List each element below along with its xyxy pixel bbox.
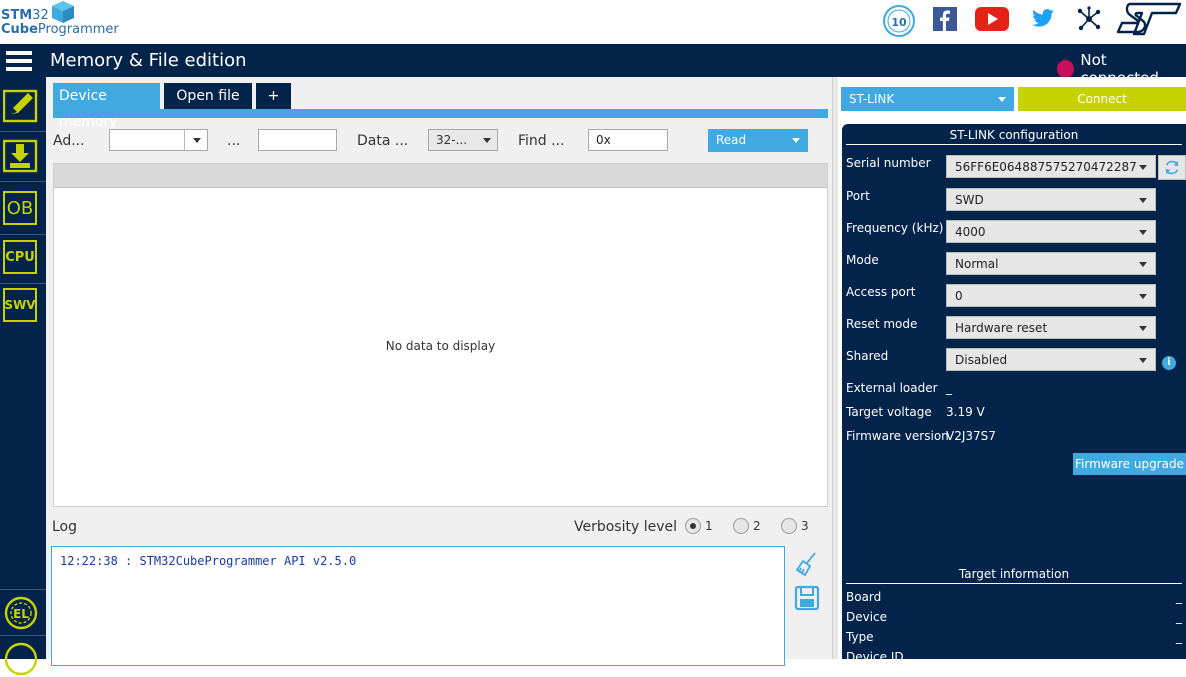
- facebook-icon[interactable]: [933, 7, 957, 31]
- device-id-label: Device ID: [846, 650, 904, 664]
- verbosity-radio-1[interactable]: [685, 518, 701, 534]
- log-title: Log: [52, 519, 78, 535]
- verbosity-label-3: 3: [801, 519, 809, 533]
- config-title: ST-LINK configuration: [949, 128, 1079, 142]
- target-info-title: Target information: [958, 567, 1070, 581]
- frequency-label: Frequency (kHz): [846, 221, 944, 235]
- nav-swv-button[interactable]: SWV: [3, 288, 37, 322]
- community-icon[interactable]: [1076, 6, 1102, 32]
- find-label: Find ...: [518, 133, 565, 149]
- shared-select[interactable]: Disabled: [946, 348, 1156, 371]
- firmware-upgrade-button[interactable]: Firmware upgrade: [1073, 453, 1186, 475]
- nav-ob-button[interactable]: OB: [3, 191, 37, 225]
- verbosity-radio-2[interactable]: [733, 518, 749, 534]
- brand-bar: STM32 CubeProgrammer 10: [0, 0, 1186, 44]
- grid-empty-message: No data to display: [385, 339, 496, 353]
- tab-underline: [53, 109, 828, 118]
- address-combo[interactable]: [109, 129, 208, 151]
- verbosity-label-1: 1: [705, 519, 713, 533]
- tab-device-memory[interactable]: Device memory: [53, 83, 160, 130]
- size-label: ...: [227, 133, 241, 149]
- reset-mode-select[interactable]: Hardware reset: [946, 316, 1156, 339]
- page-title: Memory & File edition: [50, 50, 247, 71]
- title-bar: Memory & File edition Not connected: [0, 44, 1186, 87]
- device-value: _: [1176, 610, 1182, 624]
- data-width-combo[interactable]: 32-...: [428, 129, 498, 151]
- port-label: Port: [846, 189, 870, 203]
- type-label: Type: [846, 630, 874, 644]
- youtube-icon[interactable]: [975, 6, 1009, 32]
- target-voltage-label: Target voltage: [846, 405, 932, 419]
- info-icon[interactable]: i: [1162, 356, 1176, 370]
- hamburger-menu-icon[interactable]: [6, 50, 32, 72]
- el-icon[interactable]: EL: [3, 595, 39, 631]
- mode-select[interactable]: Normal: [946, 252, 1156, 275]
- external-loader-value: _: [946, 381, 952, 395]
- access-port-label: Access port: [846, 285, 916, 299]
- board-label: Board: [846, 590, 882, 604]
- status-dot-icon: [1057, 60, 1075, 78]
- verbosity-radio-3[interactable]: [781, 518, 797, 534]
- log-output[interactable]: 12:22:38 : STM32CubeProgrammer API v2.5.…: [51, 546, 785, 666]
- reset-mode-label: Reset mode: [846, 317, 918, 331]
- type-value: _: [1176, 630, 1182, 644]
- size-input[interactable]: [258, 129, 337, 151]
- verbosity-label: Verbosity level: [574, 519, 678, 535]
- main-panel: Device memory Open file + Ad... ... Data…: [46, 77, 832, 666]
- right-panel: ST-LINK Connect ST-LINK configuration Se…: [838, 77, 1186, 664]
- port-select[interactable]: SWD: [946, 188, 1156, 211]
- memory-grid[interactable]: No data to display: [53, 163, 828, 507]
- target-voltage-value: 3.19 V: [946, 405, 985, 419]
- save-log-icon[interactable]: [794, 585, 820, 611]
- anniversary-badge-icon[interactable]: 10: [882, 4, 916, 38]
- twitter-icon[interactable]: [1032, 9, 1054, 27]
- beta-icon[interactable]: [3, 641, 39, 677]
- tab-add[interactable]: +: [256, 83, 291, 109]
- serial-number-label: Serial number: [846, 156, 931, 170]
- serial-number-select[interactable]: 56FF6E064887575270472287: [946, 155, 1156, 178]
- verbosity-label-2: 2: [753, 519, 761, 533]
- firmware-version-value: V2J37S7: [946, 429, 996, 443]
- connect-button[interactable]: Connect: [1018, 87, 1186, 111]
- refresh-icon[interactable]: [1158, 155, 1186, 180]
- download-icon[interactable]: [3, 138, 39, 174]
- address-label: Ad...: [53, 133, 85, 149]
- external-loader-label: External loader: [846, 381, 938, 395]
- clear-log-icon[interactable]: [795, 551, 819, 577]
- memory-edit-icon[interactable]: [3, 88, 39, 124]
- shared-label: Shared: [846, 349, 889, 363]
- st-logo-icon[interactable]: [1116, 2, 1186, 36]
- find-input[interactable]: 0x: [588, 129, 668, 151]
- left-nav: OB CPU SWV EL: [0, 77, 46, 676]
- grid-header: [54, 164, 827, 188]
- probe-select[interactable]: ST-LINK: [841, 87, 1014, 111]
- data-width-label: Data ...: [357, 133, 409, 149]
- firmware-version-label: Firmware version: [846, 429, 949, 443]
- mode-label: Mode: [846, 253, 879, 267]
- tab-open-file[interactable]: Open file: [164, 83, 252, 109]
- read-button[interactable]: Read: [708, 129, 808, 152]
- cube-logo-icon: [52, 1, 74, 23]
- device-label: Device: [846, 610, 888, 624]
- svg-text:10: 10: [891, 16, 907, 29]
- svg-text:EL: EL: [13, 607, 29, 621]
- access-port-select[interactable]: 0: [946, 284, 1156, 307]
- stlink-config-panel: ST-LINK configuration Serial number 56FF…: [842, 124, 1186, 664]
- nav-cpu-button[interactable]: CPU: [3, 240, 37, 274]
- log-line: 12:22:38 : STM32CubeProgrammer API v2.5.…: [60, 554, 357, 568]
- board-value: _: [1176, 590, 1182, 604]
- frequency-select[interactable]: 4000: [946, 220, 1156, 243]
